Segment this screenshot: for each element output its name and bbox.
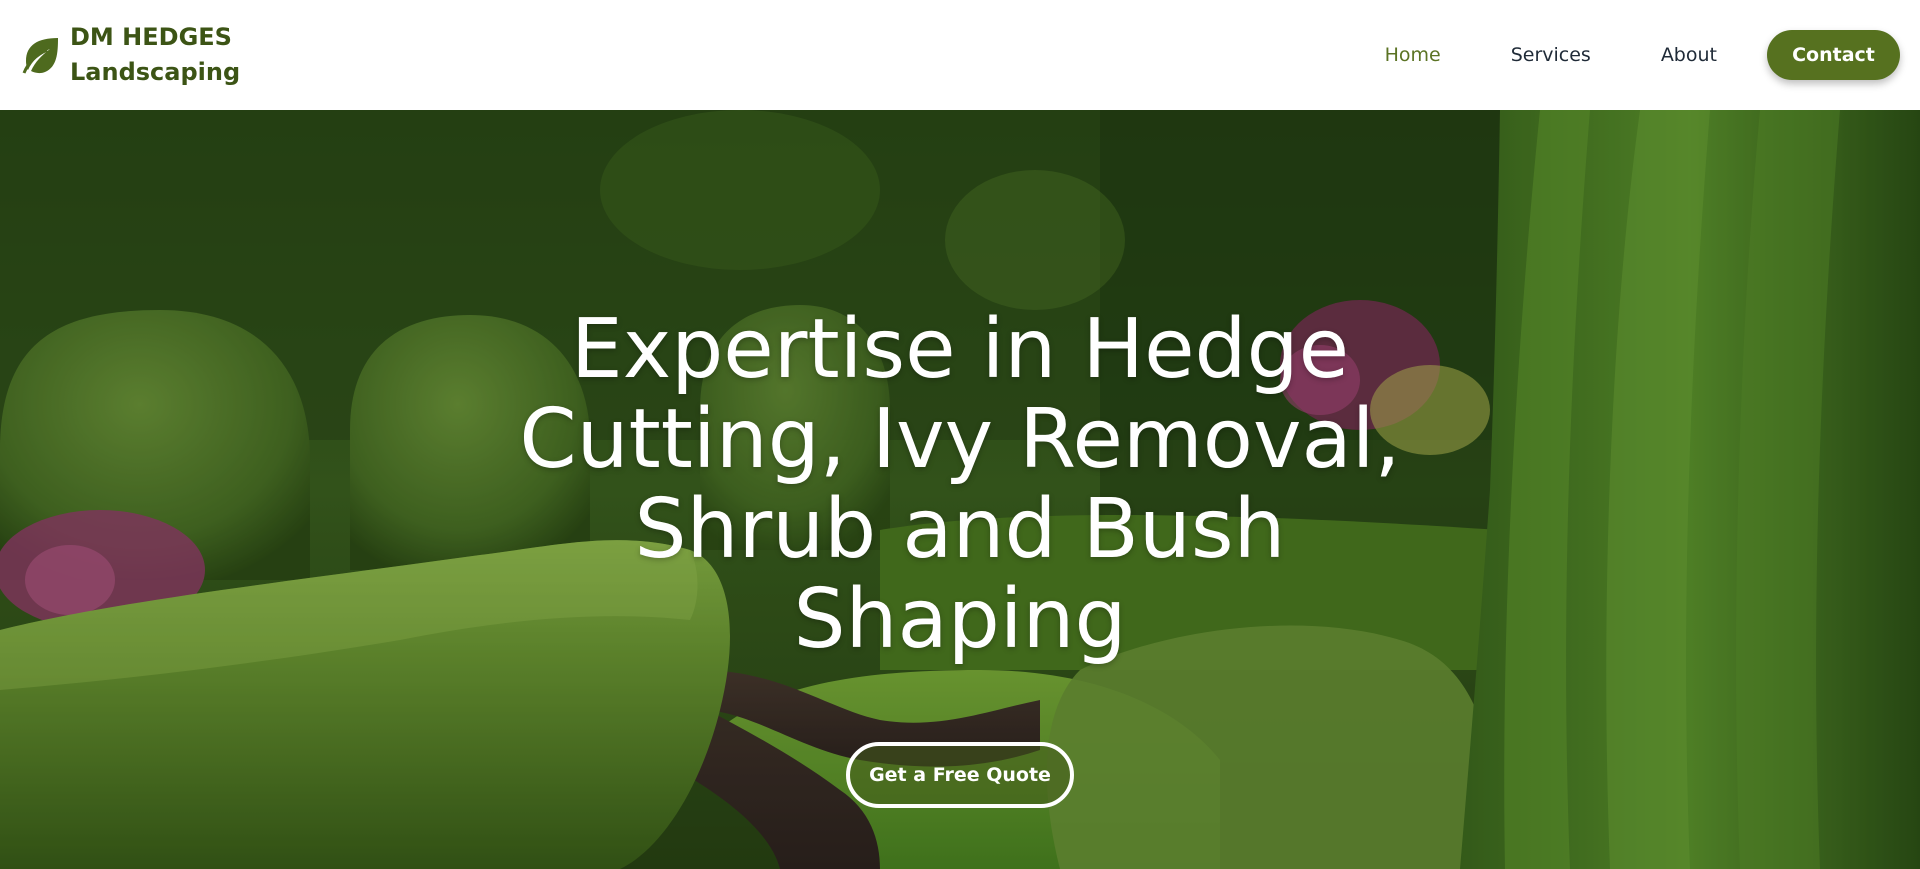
- nav-services[interactable]: Services: [1511, 44, 1591, 66]
- hero-section: Expertise in Hedge Cutting, Ivy Removal,…: [0, 110, 1920, 869]
- brand-name: DM HEDGES Landscaping: [70, 20, 240, 90]
- brand-name-line2: Landscaping: [70, 58, 241, 86]
- leaf-icon: [22, 38, 58, 74]
- hero-title: Expertise in Hedge Cutting, Ivy Removal,…: [519, 302, 1401, 667]
- get-free-quote-button[interactable]: Get a Free Quote: [846, 742, 1074, 808]
- brand-logo[interactable]: DM HEDGES Landscaping: [20, 20, 240, 90]
- main-nav: Home Services About Contact: [1385, 30, 1900, 80]
- brand-name-line1: DM HEDGES: [70, 23, 232, 51]
- site-header: DM HEDGES Landscaping Home Services Abou…: [0, 0, 1920, 110]
- nav-about[interactable]: About: [1661, 44, 1717, 66]
- contact-button[interactable]: Contact: [1767, 30, 1900, 80]
- nav-home[interactable]: Home: [1385, 44, 1441, 66]
